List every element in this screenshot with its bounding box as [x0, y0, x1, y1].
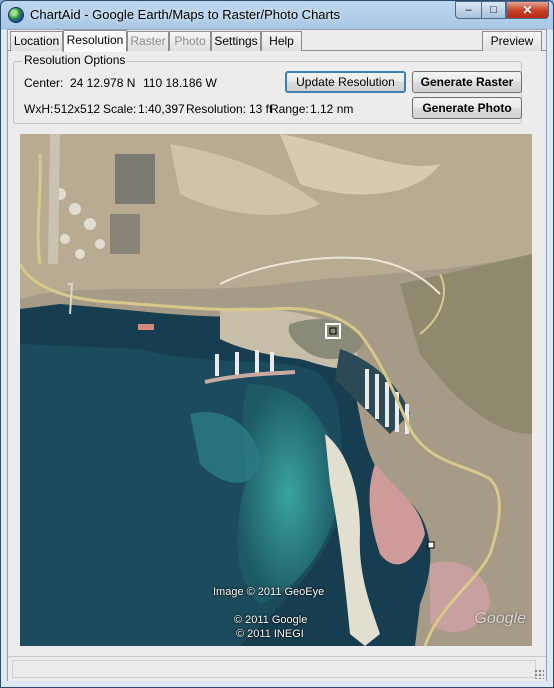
inegi-credit: © 2011 INEGI — [236, 628, 304, 640]
satellite-imagery — [20, 134, 532, 646]
center-longitude: 110 18.186 W — [143, 76, 217, 90]
imagery-credit: Image © 2011 GeoEye — [213, 586, 325, 598]
title-bar[interactable]: ChartAid - Google Earth/Maps to Raster/P… — [1, 1, 553, 29]
minimize-button[interactable]: ‒ — [455, 1, 481, 19]
resolution-value: 13 ft — [249, 102, 273, 116]
resize-grip-icon[interactable] — [534, 669, 544, 679]
preview-button[interactable]: Preview — [482, 31, 542, 51]
window-title: ChartAid - Google Earth/Maps to Raster/P… — [30, 7, 340, 22]
close-icon: ✕ — [522, 3, 533, 17]
google-credit: © 2011 Google — [234, 614, 308, 626]
tab-resolution[interactable]: Resolution — [63, 30, 127, 52]
generate-raster-button[interactable]: Generate Raster — [412, 71, 522, 93]
tab-help[interactable]: Help — [261, 31, 302, 51]
maximize-icon: □ — [490, 4, 497, 16]
range-value: 1.12 nm — [310, 102, 354, 116]
maximize-button[interactable]: □ — [481, 1, 506, 19]
center-latitude: 24 12.978 N — [70, 76, 136, 90]
resolution-label: Resolution: — [186, 102, 247, 116]
wxh-value: 512x512 — [54, 102, 101, 116]
range-label: Range: — [270, 102, 309, 116]
satellite-map[interactable]: Image © 2011 GeoEye © 2011 Google © 2011… — [20, 134, 532, 646]
minimize-icon: ‒ — [465, 4, 472, 16]
google-logo: Google — [474, 610, 526, 627]
scale-label: Scale: — [103, 102, 137, 116]
generate-photo-button[interactable]: Generate Photo — [412, 97, 522, 119]
scale-value: 1:40,397 — [138, 102, 185, 116]
app-window: ChartAid - Google Earth/Maps to Raster/P… — [0, 0, 554, 688]
resolution-options-label: Resolution Options — [22, 53, 128, 67]
tab-location[interactable]: Location — [10, 31, 63, 51]
center-label: Center: — [24, 76, 64, 90]
tab-photo[interactable]: Photo — [169, 31, 211, 51]
tab-raster[interactable]: Raster — [127, 31, 169, 51]
close-button[interactable]: ✕ — [506, 1, 549, 19]
update-resolution-button[interactable]: Update Resolution — [285, 71, 406, 93]
status-bar — [8, 656, 546, 681]
main-panel: Location Resolution Raster Photo Setting… — [7, 29, 547, 681]
status-text — [12, 660, 536, 678]
wxh-label: WxH: — [24, 102, 54, 116]
tab-settings[interactable]: Settings — [211, 31, 261, 51]
globe-icon — [8, 7, 24, 23]
